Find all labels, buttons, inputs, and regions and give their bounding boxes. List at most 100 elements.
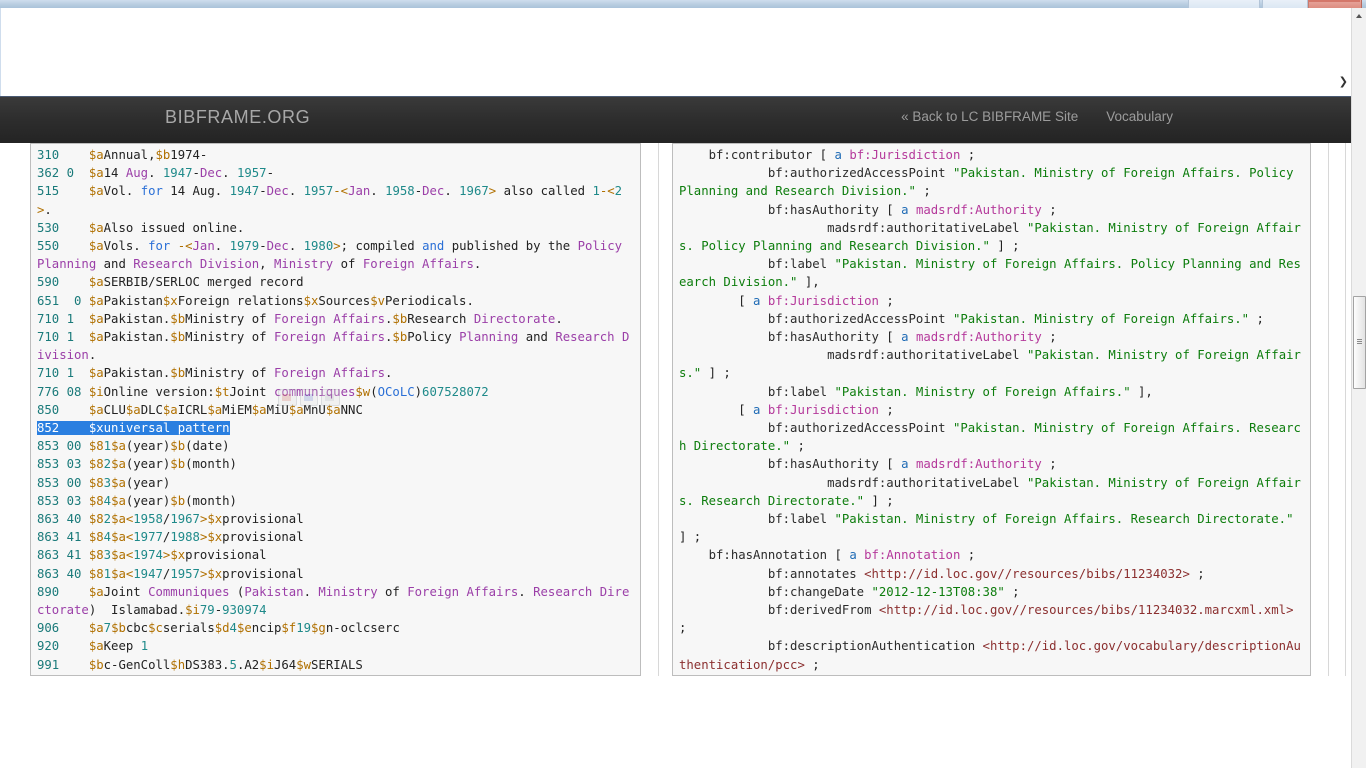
marc-line[interactable]: 310 $aAnnual,$b1974- [37, 148, 207, 162]
marc-line[interactable]: 890 $aJoint Communiques (Pakistan. Minis… [37, 585, 629, 617]
marc-line[interactable]: 991 $bc-GenColl$hDS383.5.A2$iJ64$wSERIAL… [37, 658, 363, 672]
marc-token: $a [88, 148, 104, 162]
marc-line[interactable]: 853 03 $84$a(year)$b(month) [37, 494, 237, 508]
marc-token: Aug [192, 184, 215, 199]
rdf-uri[interactable]: <http://id.loc.gov//resources/bibs/11234… [864, 567, 1190, 581]
rdf-line[interactable]: bf:hasAnnotation [ a bf:Annotation ; [679, 548, 976, 562]
marc-token: and [518, 330, 556, 345]
marc-token: (year) [125, 475, 171, 490]
marc-token: $8 [88, 457, 104, 472]
marc-line[interactable]: 776 08 $iOnline version:$tJoint communiq… [37, 385, 489, 399]
marc-line[interactable]: 590 $aSERBIB/SERLOC merged record [37, 275, 304, 289]
marc-token: Ministry of [185, 366, 274, 381]
bibframe-rdf-panel[interactable]: bf:contributor [ a bf:Jurisdiction ; bf:… [672, 143, 1311, 676]
marc-token: Dec [422, 184, 445, 199]
marc-token: (month) [185, 493, 237, 508]
scrollbar-thumb[interactable] [1353, 296, 1366, 389]
marc-line[interactable]: 710 1 $aPakistan.$bMinistry of Foreign A… [37, 330, 629, 362]
marc-token: CLU [103, 402, 126, 417]
marc-line[interactable]: 710 1 $aPakistan.$bMinistry of Foreign A… [37, 366, 392, 380]
marc-token: $x [303, 293, 319, 308]
marc-line[interactable]: 362 0 $a14 Aug. 1947-Dec. 1957- [37, 166, 274, 180]
rdf-line[interactable]: bf:hasAuthority [ a madsrdf:Authority ; [679, 203, 1057, 217]
rdf-line[interactable]: bf:changeDate "2012-12-13T08:38" ; [679, 585, 1020, 599]
rdf-line[interactable]: bf:derivedFrom <http://id.loc.gov//resou… [679, 603, 1301, 635]
marc-token: Islamabad [111, 603, 178, 618]
marc-line[interactable]: 651 0 $aPakistan$xForeign relations$xSou… [37, 294, 474, 308]
vertical-scrollbar[interactable] [1351, 8, 1366, 768]
marc-line[interactable]: 853 00 $81$a(year)$b(date) [37, 439, 230, 453]
marc-line[interactable]: 863 40 $82$a<1958/1967>$xprovisional [37, 512, 304, 526]
marc-token: Vols [103, 239, 134, 254]
rdf-token [857, 548, 864, 562]
marc-token: 1 [140, 639, 149, 654]
marc-line[interactable]: 530 $aAlso issued online. [37, 221, 244, 235]
rdf-uri[interactable]: <http://id.loc.gov//resources/bibs/11234… [879, 603, 1294, 617]
rdf-line[interactable]: bf:contributor [ a bf:Jurisdiction ; [679, 148, 976, 162]
marc-line[interactable]: 920 $aKeep 1 [37, 639, 148, 653]
rdf-line[interactable]: bf:annotates <http://id.loc.gov//resourc… [679, 567, 1205, 581]
marc-token: ICRL [177, 402, 208, 417]
rdf-class: madsrdf:Authority [915, 330, 1042, 345]
rdf-token [946, 166, 953, 180]
marc-tag: 710 [37, 366, 60, 381]
rdf-line[interactable]: [ a bf:Jurisdiction ; [679, 294, 894, 308]
rdf-line[interactable]: bf:authorizedAccessPoint "Pakistan. Mini… [679, 421, 1301, 453]
rdf-line[interactable]: bf:hasAuthority [ a madsrdf:Authority ; [679, 330, 1057, 344]
marc-tag: 863 [37, 548, 60, 563]
browser-tab-1[interactable] [1188, 0, 1260, 8]
marc-line[interactable]: 515 $aVol. for 14 Aug. 1947-Dec. 1957-<J… [37, 184, 622, 216]
rdf-class: bf:Jurisdiction [767, 402, 879, 417]
marc-line[interactable]: 550 $aVols. for -<Jan. 1979-Dec. 1980>; … [37, 239, 629, 271]
marc-line[interactable]: 863 41 $83$a<1974>$xprovisional [37, 548, 267, 562]
marc-token: and [422, 239, 445, 254]
marc-token: Also issued online [103, 220, 237, 235]
rdf-token: [ [878, 457, 902, 472]
marc-line[interactable]: 906 $a7$bcbc$cserials$d4$encip$f19$gn-oc… [37, 621, 400, 635]
nav-back-to-lc-bibframe-site[interactable]: « Back to LC BIBFRAME Site [901, 109, 1078, 124]
marc-token: $a [111, 530, 126, 545]
marc-line[interactable]: 852 $xuniversal pattern [37, 421, 230, 436]
marc-line[interactable]: 863 41 $84$a<1977/1988>$xprovisional [37, 530, 304, 544]
rdf-line[interactable]: madsrdf:authoritativeLabel "Pakistan. Mi… [679, 348, 1301, 380]
marc-line[interactable]: 853 00 $83$a(year) [37, 476, 170, 490]
rdf-line[interactable]: [ a bf:Jurisdiction ; [679, 403, 894, 417]
rdf-line[interactable]: madsrdf:authoritativeLabel "Pakistan. Mi… [679, 476, 1301, 508]
marc-token: Ministry [318, 584, 378, 599]
nav-vocabulary[interactable]: Vocabulary [1106, 109, 1173, 124]
marc-indicators: 40 [59, 566, 89, 581]
browser-tab-strip [0, 0, 1366, 8]
rdf-predicate: bf:label [767, 257, 828, 272]
marc-indicators: 03 [59, 457, 89, 472]
rdf-token: ; [960, 148, 976, 162]
rdf-line[interactable]: bf:hasAuthority [ a madsrdf:Authority ; [679, 457, 1057, 471]
marc-token: -< [599, 184, 615, 199]
rdf-token [872, 603, 879, 617]
rdf-predicate: bf:hasAuthority [767, 457, 879, 472]
marc-token: $c [148, 621, 163, 636]
marc-line[interactable]: 863 40 $81$a<1947/1957>$xprovisional [37, 567, 304, 581]
marc-token: $8 [88, 566, 104, 581]
marc-line[interactable]: 853 03 $82$a(year)$b(month) [37, 457, 237, 471]
rdf-line[interactable]: bf:authorizedAccessPoint "Pakistan. Mini… [679, 166, 1301, 198]
marc-line[interactable]: 710 1 $aPakistan.$bMinistry of Foreign A… [37, 312, 563, 326]
rdf-line[interactable]: bf:label "Pakistan. Ministry of Foreign … [679, 512, 1301, 544]
rdf-line[interactable]: bf:descriptionAuthentication <http://id.… [679, 639, 1301, 671]
rdf-line[interactable]: bf:label "Pakistan. Ministry of Foreign … [679, 385, 1153, 399]
rdf-line[interactable]: bf:label "Pakistan. Ministry of Foreign … [679, 257, 1301, 289]
marc-tag: 853 [37, 475, 60, 490]
marc-token: serials [162, 621, 215, 636]
marc-token: Ministry of [185, 311, 274, 326]
marc-token: ; compiled [340, 239, 423, 254]
marc-record-panel[interactable]: 310 $aAnnual,$b1974- 362 0 $a14 Aug. 194… [30, 143, 641, 676]
marc-token: - [414, 184, 423, 199]
rdf-line[interactable]: bf:authorizedAccessPoint "Pakistan. Mini… [679, 312, 1264, 326]
browser-tab-2[interactable] [1262, 0, 1308, 8]
marc-token: . [385, 366, 393, 381]
browser-tab-active-accent [1308, 0, 1360, 2]
marc-token: $x [170, 548, 186, 563]
marc-token: (year) [125, 493, 171, 508]
rdf-line[interactable]: madsrdf:authoritativeLabel "Pakistan. Mi… [679, 221, 1301, 253]
scroll-up-arrow-icon[interactable] [1352, 8, 1366, 23]
marc-indicators [59, 239, 89, 253]
